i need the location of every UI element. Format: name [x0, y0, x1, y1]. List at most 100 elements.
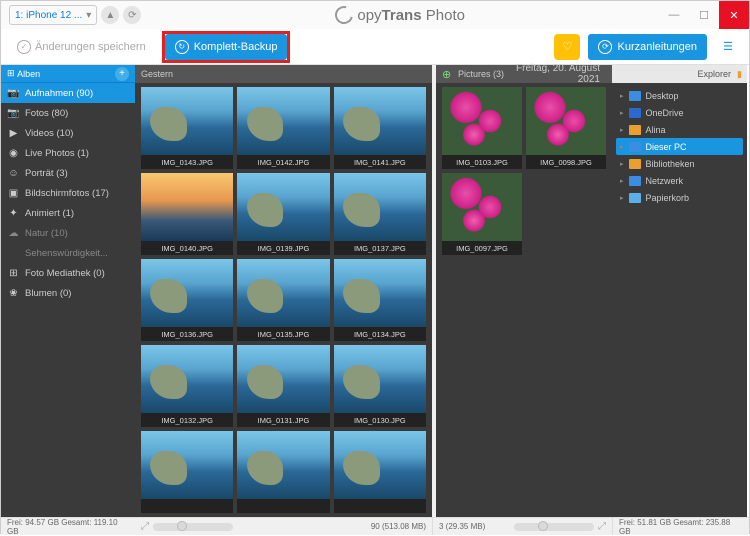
- up-icon[interactable]: ▲: [101, 6, 119, 24]
- sidebar-item-label: Videos (10): [25, 128, 73, 139]
- status-mid-count: 3 (29.35 MB): [439, 522, 485, 531]
- tree-label: Desktop: [646, 91, 679, 101]
- tree-label: Bibliotheken: [646, 159, 695, 169]
- photo-thumbnail[interactable]: [237, 431, 329, 513]
- thumbnail-image: [526, 87, 606, 155]
- photo-thumbnail[interactable]: [334, 431, 426, 513]
- sidebar-item[interactable]: ▣Bildschirmfotos (17): [1, 183, 135, 203]
- tree-node[interactable]: ▸Netzwerk: [616, 172, 743, 189]
- thumbnail-image: [237, 173, 329, 241]
- sidebar-item[interactable]: 📷Aufnahmen (90): [1, 83, 135, 103]
- device-panel-header: Gestern: [135, 65, 432, 83]
- photo-thumbnail[interactable]: IMG_0130.JPG: [334, 345, 426, 427]
- photo-thumbnail[interactable]: IMG_0139.JPG: [237, 173, 329, 255]
- photo-thumbnail[interactable]: IMG_0131.JPG: [237, 345, 329, 427]
- maximize-button[interactable]: ☐: [689, 1, 719, 29]
- tree-node[interactable]: ▸ Bibliotheken: [616, 155, 743, 172]
- folder-icon: [629, 159, 641, 169]
- photo-thumbnail[interactable]: IMG_0137.JPG: [334, 173, 426, 255]
- sidebar-item-label: Sehenswürdigkeit...: [25, 248, 108, 259]
- sidebar-item-icon: 📷: [7, 108, 20, 119]
- thumbnail-image: [237, 431, 329, 499]
- grid-icon: ⊞: [7, 68, 15, 79]
- tips-button[interactable]: ♡: [554, 34, 580, 60]
- refresh-icon[interactable]: ⟳: [123, 6, 141, 24]
- folder-icon: ▮: [737, 69, 742, 80]
- pc-panel: ⊕ Pictures (3) Freitag, 20. August 2021 …: [432, 65, 612, 517]
- add-album-button[interactable]: +: [115, 67, 129, 81]
- device-panel: Gestern IMG_0143.JPG IMG_0142.JPG IMG_0141…: [135, 65, 432, 517]
- tree-label: Papierkorb: [646, 193, 690, 203]
- hamburger-icon: ☰: [723, 40, 733, 53]
- sidebar-item[interactable]: 📷Fotos (80): [1, 103, 135, 123]
- zoom-slider-mid[interactable]: [514, 523, 594, 531]
- sidebar-item[interactable]: ☁Natur (10): [1, 223, 135, 243]
- photo-thumbnail[interactable]: IMG_0097.JPG: [442, 173, 522, 255]
- close-button[interactable]: ✕: [719, 1, 749, 29]
- full-backup-button[interactable]: ↻ Komplett-Backup: [165, 34, 288, 60]
- tree-chevron-icon: ▸: [620, 160, 624, 168]
- sidebar-item[interactable]: ⊞ Foto Mediathek (0): [1, 263, 135, 283]
- highlight-box: ↻ Komplett-Backup: [162, 31, 291, 63]
- zoom-slider-left[interactable]: [153, 523, 233, 531]
- photo-thumbnail[interactable]: IMG_0134.JPG: [334, 259, 426, 341]
- menu-button[interactable]: ☰: [715, 34, 741, 60]
- thumbnail-image: [237, 345, 329, 413]
- thumbnail-label: IMG_0141.JPG: [334, 155, 426, 169]
- sidebar-item[interactable]: Sehenswürdigkeit...: [1, 243, 135, 263]
- minimize-button[interactable]: —: [659, 1, 689, 29]
- main-area: ⊞ Alben + 📷Aufnahmen (90)📷Fotos (80)▶Vid…: [1, 65, 749, 517]
- thumbnail-label: [237, 499, 329, 513]
- thumbnail-label: IMG_0098.JPG: [526, 155, 606, 169]
- photo-thumbnail[interactable]: IMG_0132.JPG: [141, 345, 233, 427]
- explorer-tab[interactable]: Explorer ▮: [612, 65, 747, 83]
- thumbnail-label: IMG_0134.JPG: [334, 327, 426, 341]
- sidebar-item-icon: ☁: [7, 228, 20, 239]
- folder-icon: [629, 142, 641, 152]
- device-dropdown[interactable]: 1: iPhone 12 ... ▾: [9, 5, 97, 25]
- tree-node[interactable]: ▸OneDrive: [616, 104, 743, 121]
- thumbnail-label: IMG_0097.JPG: [442, 241, 522, 255]
- thumbnail-label: IMG_0103.JPG: [442, 155, 522, 169]
- thumbnail-label: IMG_0142.JPG: [237, 155, 329, 169]
- tree-chevron-icon: ▸: [620, 143, 624, 151]
- sidebar-tab-albums[interactable]: ⊞ Alben +: [1, 65, 135, 83]
- photo-thumbnail[interactable]: IMG_0103.JPG: [442, 87, 522, 169]
- tree-node[interactable]: ▸Dieser PC: [616, 138, 743, 155]
- photo-thumbnail[interactable]: IMG_0098.JPG: [526, 87, 606, 169]
- folder-icon: [629, 108, 641, 118]
- sidebar-item[interactable]: ◉Live Photos (1): [1, 143, 135, 163]
- thumbnail-image: [334, 87, 426, 155]
- tree-node[interactable]: ▸Desktop: [616, 87, 743, 104]
- status-device-free: Frei: 94.57 GB Gesamt: 119.10 GB: [1, 518, 135, 535]
- photo-thumbnail[interactable]: IMG_0140.JPG: [141, 173, 233, 255]
- thumbnail-label: IMG_0140.JPG: [141, 241, 233, 255]
- tree-chevron-icon: ▸: [620, 177, 624, 185]
- sidebar-item-icon: ❀: [7, 288, 20, 299]
- chevron-down-icon: ▾: [86, 10, 91, 21]
- sidebar-item-icon: ▣: [7, 188, 20, 199]
- sidebar-item[interactable]: ☺Porträt (3): [1, 163, 135, 183]
- photo-thumbnail[interactable]: IMG_0143.JPG: [141, 87, 233, 169]
- quick-guides-button[interactable]: ⟳ Kurzanleitungen: [588, 34, 707, 60]
- sidebar-item-icon: 📷: [7, 88, 20, 99]
- tree-node[interactable]: ▸Alina: [616, 121, 743, 138]
- sidebar-item-label: Foto Mediathek (0): [25, 268, 105, 279]
- add-icon[interactable]: ⊕: [442, 68, 454, 80]
- sidebar-item[interactable]: ❀Blumen (0): [1, 283, 135, 303]
- sidebar-item-icon: ⊞: [7, 268, 20, 279]
- photo-thumbnail[interactable]: IMG_0141.JPG: [334, 87, 426, 169]
- photo-thumbnail[interactable]: IMG_0135.JPG: [237, 259, 329, 341]
- photo-thumbnail[interactable]: IMG_0136.JPG: [141, 259, 233, 341]
- save-changes-button[interactable]: ✓ Änderungen speichern: [9, 34, 154, 60]
- panel-date: Freitag, 20. August 2021: [504, 63, 606, 85]
- sidebar-item[interactable]: ▶Videos (10): [1, 123, 135, 143]
- thumbnail-label: [334, 499, 426, 513]
- photo-thumbnail[interactable]: [141, 431, 233, 513]
- photo-thumbnail[interactable]: IMG_0142.JPG: [237, 87, 329, 169]
- expand-icon[interactable]: ⤢: [141, 521, 149, 532]
- sidebar-item[interactable]: ✦Animiert (1): [1, 203, 135, 223]
- toolbar: ✓ Änderungen speichern ↻ Komplett-Backup…: [1, 29, 749, 65]
- tree-node[interactable]: ▸Papierkorb: [616, 189, 743, 206]
- expand-icon[interactable]: ⤢: [598, 521, 606, 532]
